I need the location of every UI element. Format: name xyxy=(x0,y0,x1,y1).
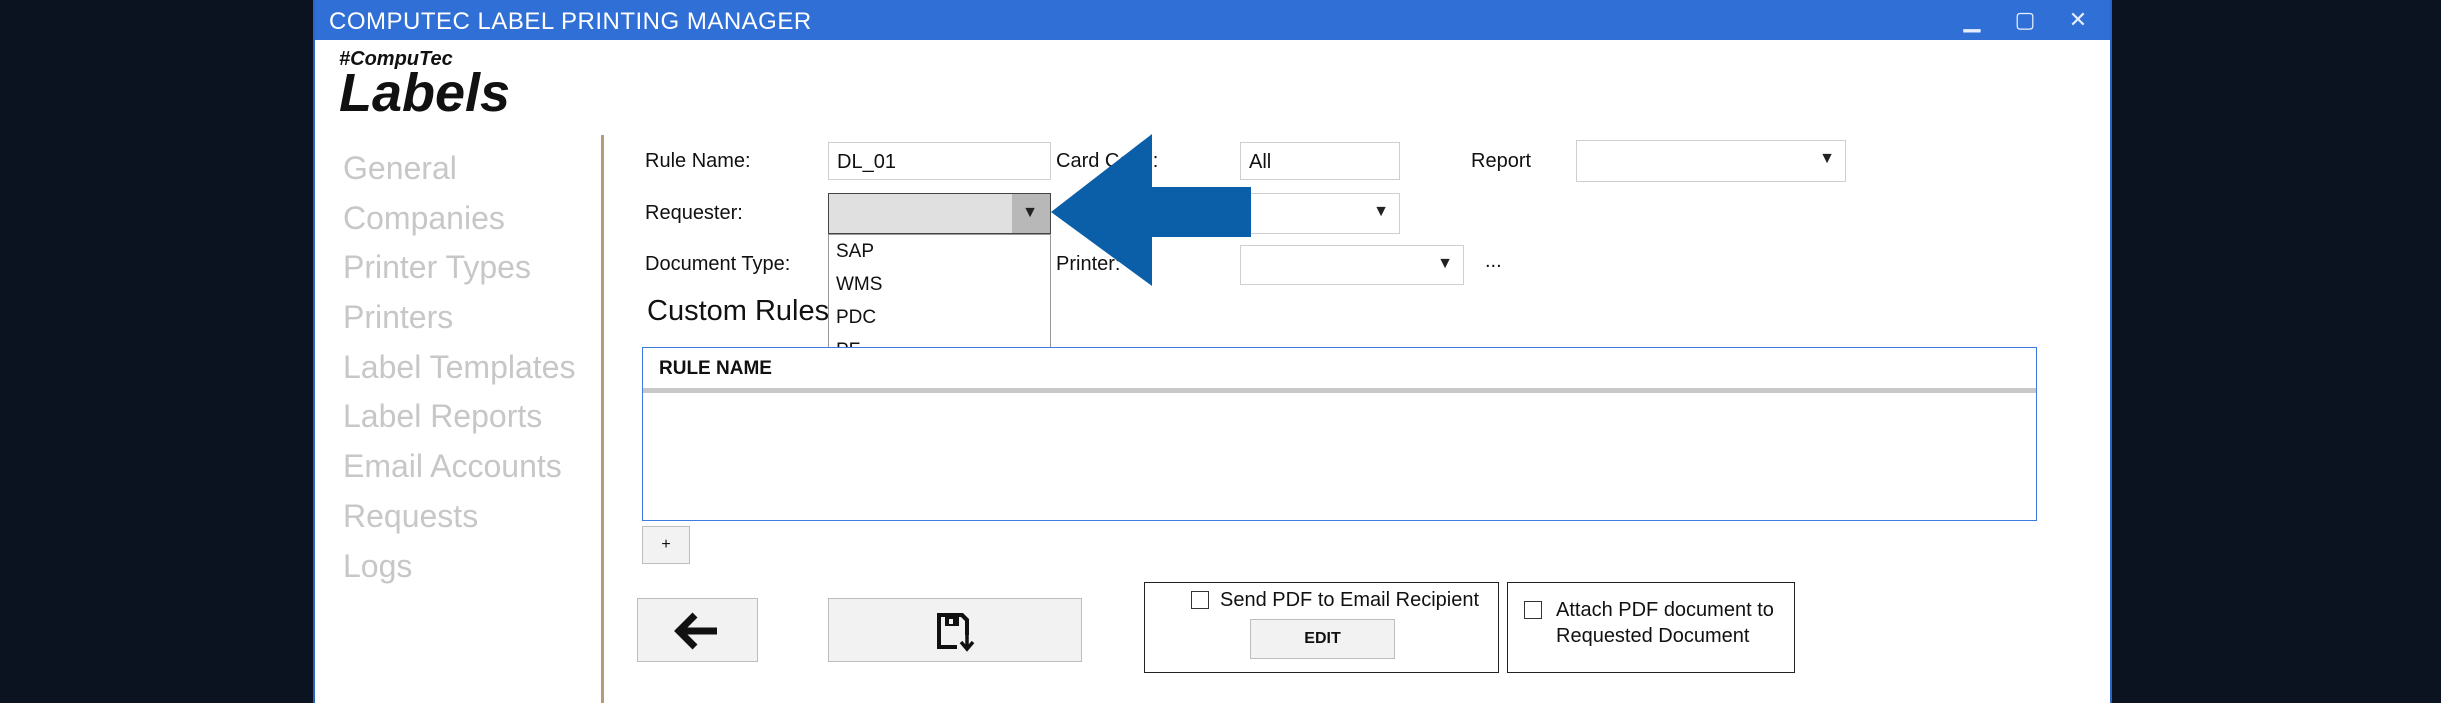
printer-more-button[interactable]: ... xyxy=(1485,250,1502,273)
requester-label: Requester: xyxy=(645,202,743,224)
requester-dropdown-button[interactable]: ▼ xyxy=(1012,194,1050,233)
send-pdf-panel: Send PDF to Email Recipient EDIT xyxy=(1144,582,1499,673)
attach-pdf-panel: Attach PDF document to Requested Documen… xyxy=(1507,582,1795,673)
report-select[interactable]: ▼ xyxy=(1576,140,1846,182)
send-pdf-checkbox[interactable] xyxy=(1191,591,1209,609)
custom-rules-table[interactable]: RULE NAME xyxy=(642,347,2037,521)
save-icon xyxy=(937,613,975,652)
title-bar: COMPUTEC LABEL PRINTING MANAGER ✕ ▢ ▁ xyxy=(315,0,2110,40)
annotation-arrow-icon xyxy=(1051,134,1251,286)
rule-name-label: Rule Name: xyxy=(645,150,751,172)
close-icon[interactable]: ✕ xyxy=(2063,6,2093,34)
arrow-left-icon xyxy=(673,612,717,650)
dropdown-option-wms[interactable]: WMS xyxy=(829,268,1050,301)
column-header-rule-name[interactable]: RULE NAME xyxy=(643,348,2036,393)
printer-select[interactable]: ▼ xyxy=(1240,245,1464,285)
sidebar-item-requests[interactable]: Requests xyxy=(343,496,575,546)
sidebar-nav: General Companies Printer Types Printers… xyxy=(343,148,575,595)
attach-pdf-label-line1: Attach PDF document to xyxy=(1556,599,1774,621)
sidebar-item-printer-types[interactable]: Printer Types xyxy=(343,247,575,297)
custom-rules-title: Custom Rules xyxy=(647,295,830,327)
maximize-icon[interactable]: ▢ xyxy=(2010,6,2040,34)
attach-pdf-label-line2: Requested Document xyxy=(1556,625,1750,647)
dropdown-option-sap[interactable]: SAP xyxy=(829,235,1050,268)
back-button[interactable] xyxy=(637,598,758,662)
chevron-down-icon: ▼ xyxy=(1437,255,1453,272)
sidebar-item-general[interactable]: General xyxy=(343,148,575,198)
rule-name-input[interactable]: DL_01 xyxy=(828,142,1051,180)
dropdown-option-pdc[interactable]: PDC xyxy=(829,301,1050,334)
window-title: COMPUTEC LABEL PRINTING MANAGER xyxy=(329,8,812,35)
send-pdf-label: Send PDF to Email Recipient xyxy=(1220,589,1480,611)
chevron-down-icon: ▼ xyxy=(1373,203,1389,220)
save-button[interactable] xyxy=(828,598,1082,662)
add-rule-button[interactable]: + xyxy=(642,526,690,564)
app-window: COMPUTEC LABEL PRINTING MANAGER ✕ ▢ ▁ #C… xyxy=(313,0,2112,703)
card-code-input[interactable]: All xyxy=(1240,142,1400,180)
sidebar-item-email-accounts[interactable]: Email Accounts xyxy=(343,446,575,496)
requester-select[interactable]: ▼ xyxy=(828,193,1051,234)
sidebar-item-logs[interactable]: Logs xyxy=(343,546,575,596)
secondary-select[interactable]: ▼ xyxy=(1240,193,1400,234)
attach-pdf-checkbox[interactable] xyxy=(1524,601,1542,619)
sidebar-item-companies[interactable]: Companies xyxy=(343,198,575,248)
report-label: Report xyxy=(1471,150,1532,172)
edit-button[interactable]: EDIT xyxy=(1250,619,1395,659)
chevron-down-icon: ▼ xyxy=(1022,204,1038,221)
logo-title: Labels xyxy=(339,63,511,123)
sidebar-divider xyxy=(601,135,604,703)
sidebar-item-printers[interactable]: Printers xyxy=(343,297,575,347)
sidebar-item-label-templates[interactable]: Label Templates xyxy=(343,347,575,397)
sidebar-item-label-reports[interactable]: Label Reports xyxy=(343,396,575,446)
document-type-label: Document Type: xyxy=(645,253,791,275)
minimize-icon[interactable]: ▁ xyxy=(1957,6,1987,34)
chevron-down-icon: ▼ xyxy=(1819,150,1835,167)
